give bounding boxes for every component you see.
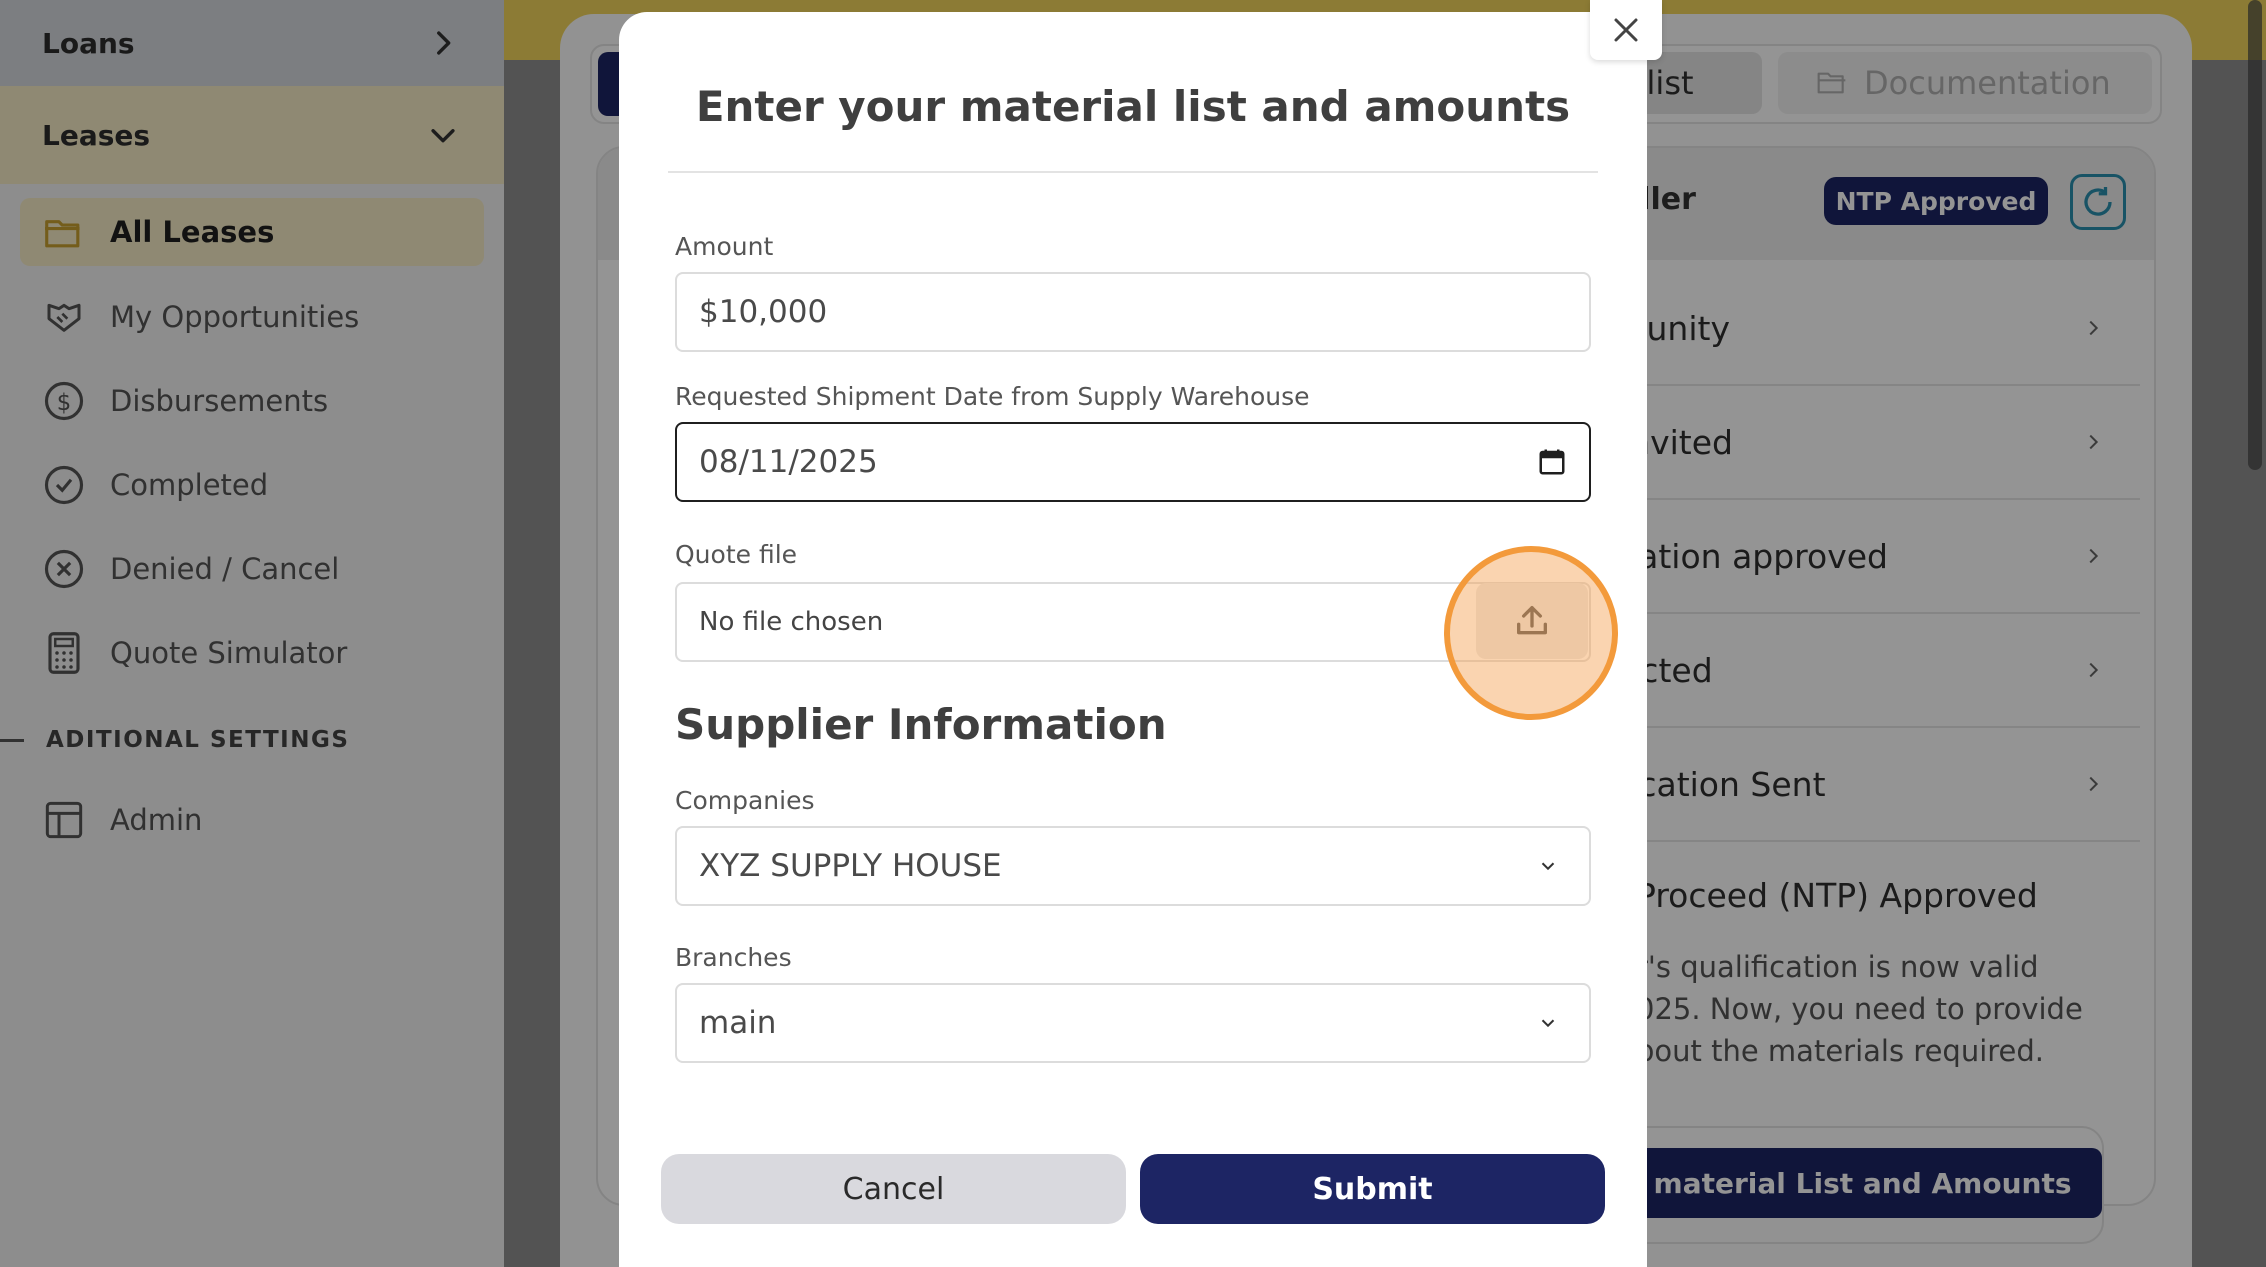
companies-label: Companies [675,786,815,815]
companies-value: XYZ SUPPLY HOUSE [699,848,1002,884]
amount-value: $10,000 [699,294,828,330]
branches-label: Branches [675,943,792,972]
submit-button[interactable]: Submit [1140,1154,1605,1224]
branches-value: main [699,1005,777,1041]
click-highlight [1444,546,1618,720]
shipment-date-input[interactable]: 08/11/2025 [675,422,1591,502]
shipment-date-label: Requested Shipment Date from Supply Ware… [675,382,1310,411]
cancel-button[interactable]: Cancel [661,1154,1126,1224]
branches-select[interactable]: main [675,983,1591,1063]
close-button[interactable] [1590,0,1662,60]
date-value: 08/11/2025 [699,444,878,480]
amount-input[interactable]: $10,000 [675,272,1591,352]
amount-label: Amount [675,232,774,261]
calendar-icon[interactable] [1537,447,1567,477]
companies-select[interactable]: XYZ SUPPLY HOUSE [675,826,1591,906]
quote-file-label: Quote file [675,540,798,569]
modal-title: Enter your material list and amounts [695,82,1571,131]
supplier-section-title: Supplier Information [675,700,1167,749]
close-icon [1614,18,1638,42]
chevron-down-icon [1541,1019,1555,1028]
chevron-down-icon [1541,862,1555,871]
file-status: No file chosen [699,607,884,637]
divider [668,171,1598,173]
